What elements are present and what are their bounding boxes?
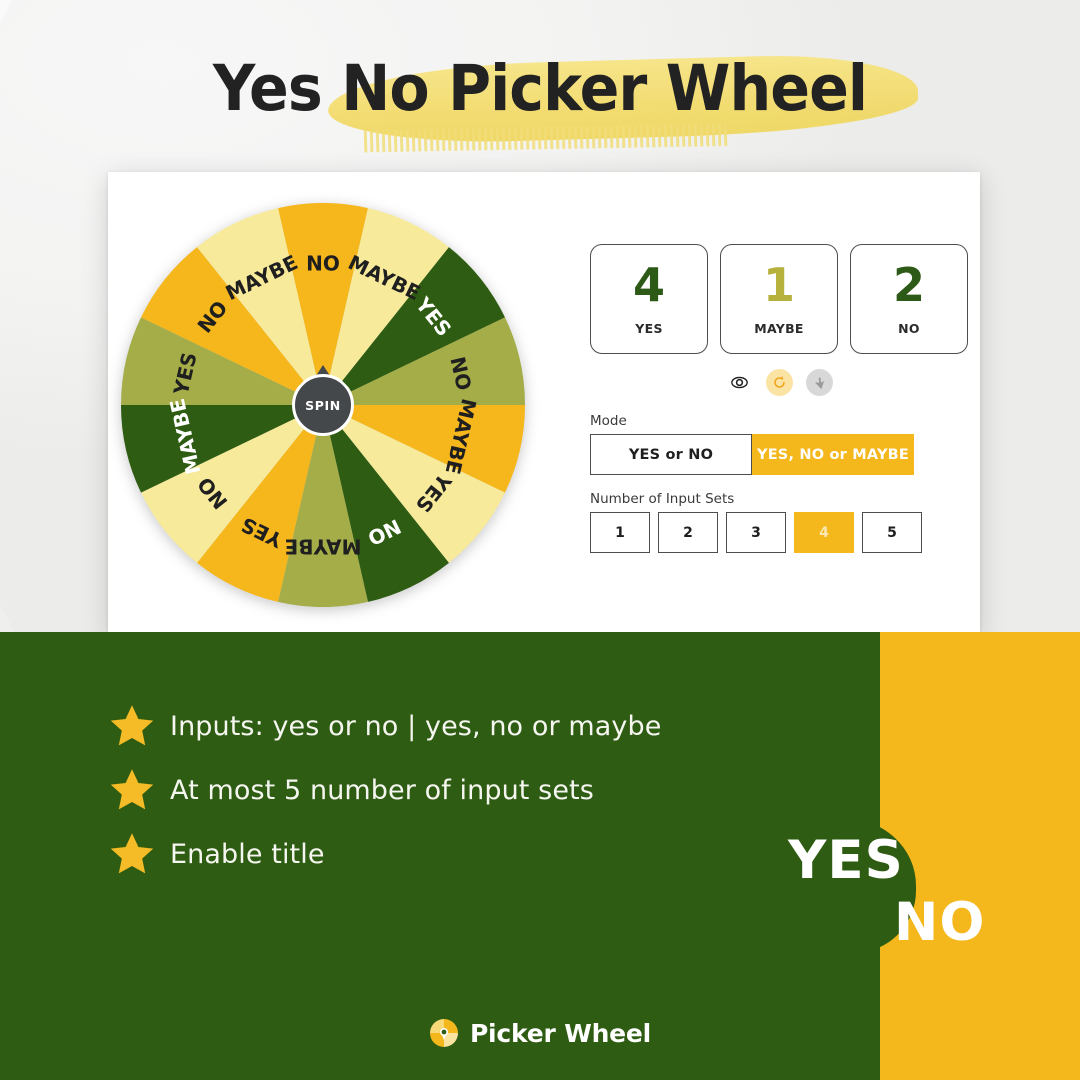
yes-word: YES (788, 830, 904, 891)
feature-item: Inputs: yes or no | yes, no or maybe (108, 694, 748, 758)
result-label: MAYBE (754, 321, 804, 336)
input-sets-section: Number of Input Sets 12345 (590, 491, 968, 553)
controls-panel: 4 YES 1 MAYBE 2 NO Mode YES or NO YES, NO or M… (590, 244, 968, 553)
no-word: NO (894, 892, 986, 953)
result-cards: 4 YES 1 MAYBE 2 NO (590, 244, 968, 354)
input-set-button[interactable]: 3 (726, 512, 786, 553)
star-icon (108, 702, 156, 750)
mode-button-group: YES or NO YES, NO or MAYBE (590, 434, 968, 475)
mode-section: Mode YES or NO YES, NO or MAYBE (590, 413, 968, 475)
mode-option-button[interactable]: YES, NO or MAYBE (752, 434, 914, 475)
result-card: 4 YES (590, 244, 708, 354)
feature-text: Inputs: yes or no | yes, no or maybe (170, 710, 662, 742)
input-set-button[interactable]: 4 (794, 512, 854, 553)
yes-no-graphic: YES NO (780, 830, 1020, 960)
cursor-icon[interactable] (805, 369, 833, 396)
result-count: 2 (892, 258, 925, 312)
result-card: 1 MAYBE (720, 244, 838, 354)
title-area: Yes No Picker Wheel (0, 51, 1080, 162)
result-label: NO (898, 321, 920, 336)
eye-icon[interactable] (726, 369, 753, 396)
wheel-segment-label: NO (306, 252, 340, 276)
input-set-button[interactable]: 1 (590, 512, 650, 553)
app-card: NO MAYBE YES NO MAYBE YES NO MAYBE YES NO MAYBE YES… (108, 172, 980, 636)
input-set-button[interactable]: 2 (658, 512, 718, 553)
feature-text: At most 5 number of input sets (170, 774, 594, 806)
picker-wheel[interactable]: NO MAYBE YES NO MAYBE YES NO MAYBE YES NO MAYBE YES… (118, 200, 528, 610)
feature-item: Enable title (108, 822, 748, 886)
input-set-button[interactable]: 5 (862, 512, 922, 553)
feature-list: Inputs: yes or no | yes, no or maybe At m… (108, 694, 748, 886)
refresh-icon[interactable] (765, 369, 793, 396)
star-icon (108, 766, 156, 814)
page-title: Yes No Picker Wheel (212, 52, 868, 125)
bottom-banner: Inputs: yes or no | yes, no or maybe At m… (0, 632, 1080, 1080)
mode-option-button[interactable]: YES or NO (590, 434, 752, 475)
footer-logo: Picker Wheel (0, 1018, 1080, 1048)
feature-text: Enable title (170, 838, 325, 870)
result-count: 4 (632, 258, 665, 312)
input-sets-button-group: 12345 (590, 512, 968, 553)
result-count: 1 (762, 258, 795, 312)
input-sets-label: Number of Input Sets (590, 491, 735, 507)
result-label: YES (635, 321, 663, 336)
tool-icon-row (590, 369, 968, 396)
footer-brand-text: Picker Wheel (469, 1018, 652, 1048)
result-card: 2 NO (850, 244, 968, 354)
wheel-segment-label: MAYBE (285, 534, 362, 558)
wheel-svg[interactable]: NO MAYBEYESNOMAYBEYESNOMAYBEYESNOMAYBEYES… (118, 200, 528, 610)
mode-label: Mode (590, 413, 627, 429)
feature-item: At most 5 number of input sets (108, 758, 748, 822)
picker-wheel-logo-icon (429, 1019, 458, 1047)
star-icon (108, 830, 156, 878)
